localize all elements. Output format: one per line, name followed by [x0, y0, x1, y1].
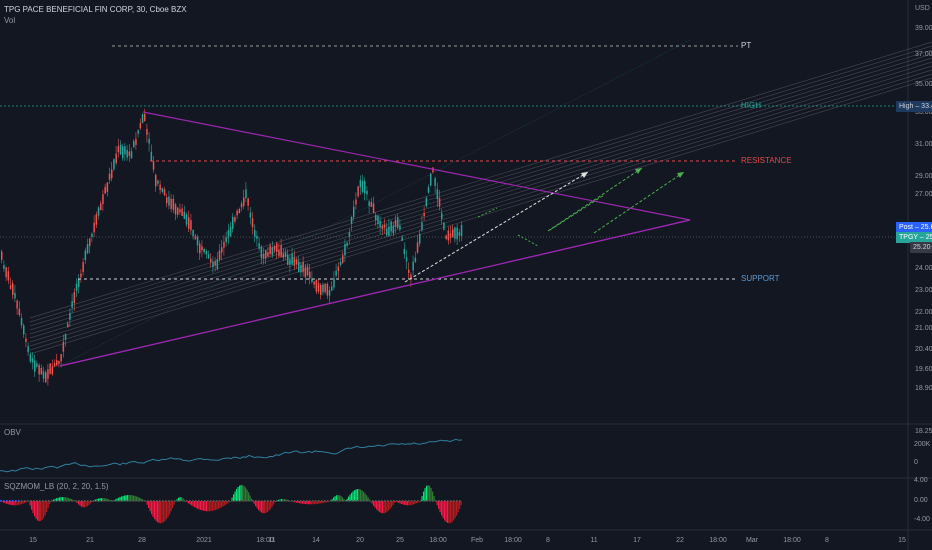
- time-tick-label: 8: [825, 537, 829, 544]
- price-tick-label: 18.25: [915, 428, 932, 435]
- obv-tick-0: 0: [914, 459, 918, 466]
- time-tick-label: 18:00: [504, 537, 522, 544]
- resistance-label[interactable]: RESISTANCE: [738, 155, 795, 166]
- time-tick-label: 15: [29, 537, 37, 544]
- time-tick-label: 11: [268, 537, 275, 544]
- time-tick-label: 20: [356, 537, 364, 544]
- price-tick-label: 31.00: [915, 141, 932, 148]
- chart-canvas[interactable]: 39.0037.0035.0033.0031.0029.0027.0025.20…: [0, 0, 932, 550]
- trend-line-to-target: [59, 39, 691, 367]
- price-tick-label: 20.40: [915, 346, 932, 353]
- time-axis[interactable]: 15 21 28 2021 18:00 11 14 20 25 18:00 Feb 18:00 8 11 1…: [29, 537, 906, 544]
- price-tick-label: 19.60: [915, 366, 932, 373]
- symbol-title[interactable]: TPG PACE BENEFICIAL FIN CORP, 30, Cboe B…: [4, 5, 187, 14]
- time-tick-label: 18:00: [429, 537, 447, 544]
- sqzmom-label[interactable]: SQZMOM_LB (20, 2, 20, 1.5): [4, 482, 108, 491]
- triangle-upper-line[interactable]: [59, 111, 691, 367]
- sqz-tick-neg4: -4.00: [914, 516, 930, 523]
- time-tick-label: Feb: [471, 537, 483, 544]
- regression-channel: [29, 41, 932, 355]
- high-label[interactable]: HIGH: [738, 100, 764, 111]
- time-tick-label: 8: [546, 537, 550, 544]
- value-tag: 25.20: [910, 242, 932, 253]
- price-tick-label: 37.00: [915, 51, 932, 58]
- time-tick-label: 2021: [196, 537, 212, 544]
- time-tick-label: 28: [138, 537, 146, 544]
- price-candles: [1, 108, 463, 386]
- price-tick-label: 21.00: [915, 325, 932, 332]
- time-tick-label: 25: [396, 537, 404, 544]
- price-tick-label: 29.00: [915, 173, 932, 180]
- price-tick-label: 18.90: [915, 385, 932, 392]
- obv-tick-200k: 200K: [914, 441, 931, 448]
- price-tick-label: 35.00: [915, 81, 932, 88]
- high-price-tag: High – 33.42: [896, 101, 932, 112]
- time-tick-label: 11: [590, 537, 597, 544]
- projection-arrows[interactable]: [404, 167, 685, 283]
- support-label[interactable]: SUPPORT: [738, 273, 783, 284]
- time-tick-label: 15: [898, 537, 906, 544]
- time-tick-label: Mar: [746, 537, 759, 544]
- price-tick-label: 39.00: [915, 25, 932, 32]
- triangle-lower-line[interactable]: [59, 219, 691, 367]
- time-tick-label: 14: [312, 537, 320, 544]
- price-tick-label: 24.00: [915, 265, 932, 272]
- time-tick-label: 21: [86, 537, 94, 544]
- sqz-tick-0: 0.00: [914, 497, 928, 504]
- price-tick-label: 22.00: [915, 309, 932, 316]
- time-tick-label: 17: [633, 537, 641, 544]
- pt-label[interactable]: PT: [738, 40, 754, 51]
- obv-line: [0, 438, 463, 473]
- currency-label: USD: [915, 5, 930, 12]
- time-tick-label: 18:00: [709, 537, 727, 544]
- obv-label[interactable]: OBV: [4, 428, 21, 437]
- time-tick-label: 22: [676, 537, 684, 544]
- price-tick-label: 23.00: [915, 287, 932, 294]
- sqz-tick-4: 4.00: [914, 477, 928, 484]
- price-tick-label: 27.00: [915, 191, 932, 198]
- volume-label[interactable]: Vol: [4, 16, 15, 25]
- time-tick-label: 18:00: [783, 537, 801, 544]
